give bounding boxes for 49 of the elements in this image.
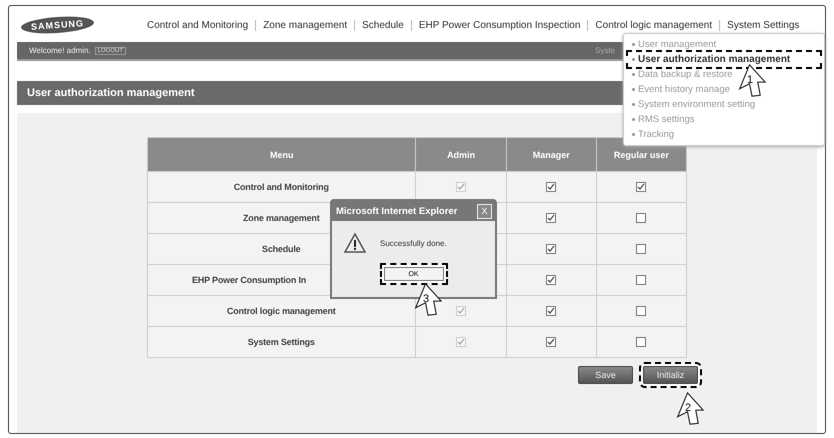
- cursor-icon: [738, 64, 766, 97]
- menu-item[interactable]: User management: [628, 37, 720, 52]
- nav-link[interactable]: Control and Monitoring: [140, 20, 256, 30]
- menu-item[interactable]: RMS settings: [628, 112, 698, 127]
- menu-item[interactable]: System environment setting: [628, 97, 760, 112]
- bullet-icon: [632, 58, 635, 61]
- checkbox[interactable]: [636, 244, 646, 254]
- column-header: Menu: [148, 138, 416, 172]
- bullet-icon: [632, 133, 635, 136]
- checkbox[interactable]: [636, 182, 646, 192]
- menu-item[interactable]: User authorization management: [628, 52, 820, 67]
- nav-link[interactable]: Zone management: [255, 20, 354, 30]
- checkbox[interactable]: [636, 337, 646, 348]
- menu-cell: Control and Monitoring: [148, 172, 416, 202]
- step-number: 3: [423, 293, 430, 305]
- cursor-icon: [676, 392, 704, 425]
- page-title: User authorization management: [27, 87, 194, 99]
- checkbox[interactable]: [546, 244, 556, 254]
- close-button[interactable]: X: [477, 204, 492, 218]
- column-header: Admin: [416, 138, 506, 172]
- menu-cell: System Settings: [148, 326, 416, 358]
- step-number: 1: [747, 74, 754, 86]
- bullet-icon: [632, 88, 635, 91]
- warning-icon: [344, 233, 366, 253]
- checkbox[interactable]: [546, 337, 556, 348]
- checkbox[interactable]: [636, 306, 646, 316]
- checkbox[interactable]: [546, 213, 556, 224]
- nav-link[interactable]: System Settings: [719, 20, 806, 30]
- nav-link[interactable]: Control logic management: [587, 20, 720, 30]
- checkbox[interactable]: [546, 182, 556, 192]
- menu-item[interactable]: Data backup & restore: [628, 67, 737, 82]
- bullet-icon: [632, 73, 635, 76]
- menu-item[interactable]: Event history manage: [628, 82, 734, 97]
- checkbox[interactable]: [546, 306, 556, 316]
- bullet-icon: [632, 103, 635, 106]
- bullet-icon: [632, 43, 635, 46]
- save-button[interactable]: Save: [578, 366, 633, 384]
- checkbox[interactable]: [636, 275, 646, 286]
- checkbox[interactable]: [636, 213, 646, 224]
- checkbox[interactable]: [546, 275, 556, 286]
- logo: SAMSUNG: [20, 14, 94, 36]
- nav-link[interactable]: Schedule: [354, 20, 411, 30]
- menu-cell: Control logic management: [148, 296, 416, 326]
- bullet-icon: [632, 118, 635, 121]
- greeting-text: Welcome! admin.: [29, 46, 91, 55]
- bar-text: Syste: [594, 46, 615, 55]
- column-header: Manager: [506, 138, 596, 172]
- nav-link[interactable]: EHP Power Consumption Inspection: [410, 20, 588, 30]
- step-number: 2: [685, 402, 692, 414]
